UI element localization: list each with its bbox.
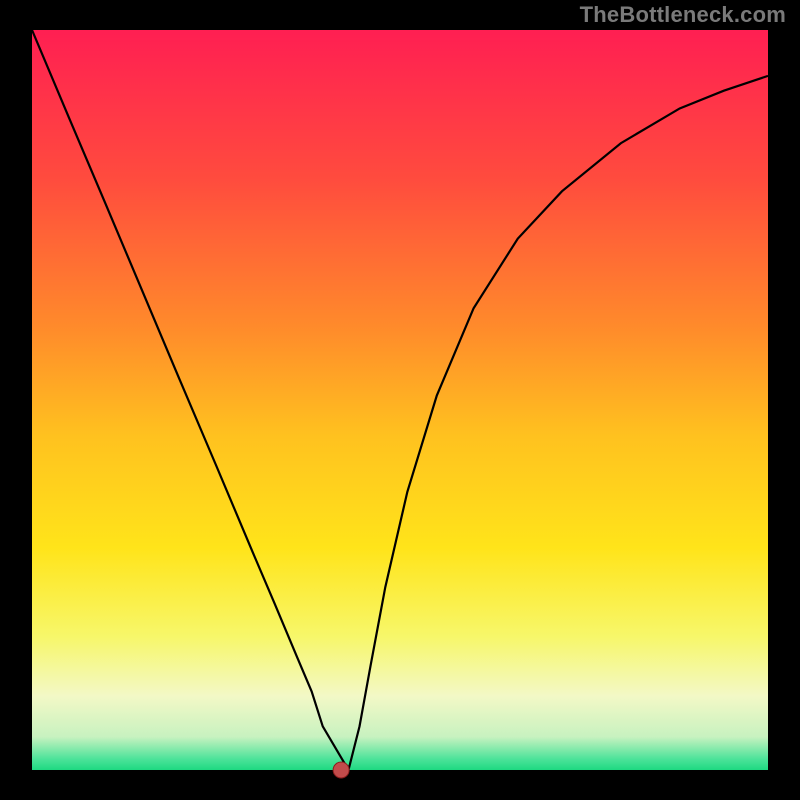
bottleneck-chart bbox=[0, 0, 800, 800]
watermark-text: TheBottleneck.com bbox=[580, 2, 786, 28]
chart-frame: TheBottleneck.com bbox=[0, 0, 800, 800]
optimum-marker bbox=[333, 762, 349, 778]
plot-background bbox=[32, 30, 768, 770]
